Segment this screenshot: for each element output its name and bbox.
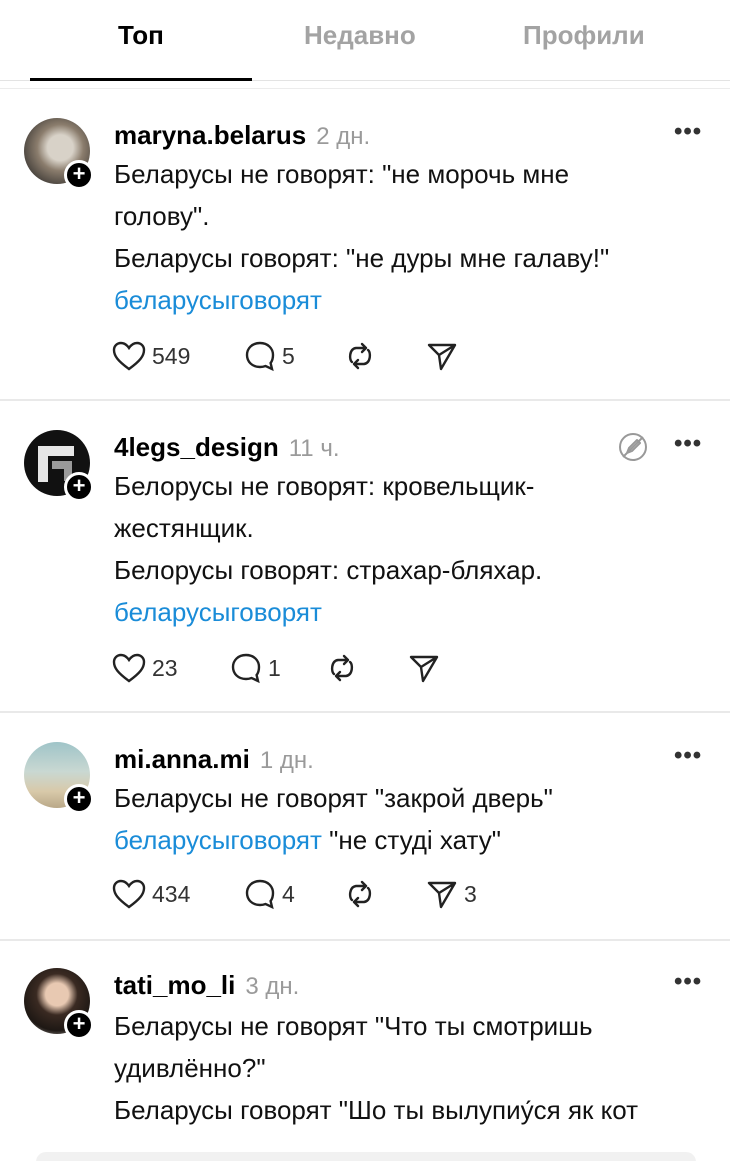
repost-button[interactable] [344, 876, 376, 912]
post-text-line: Белорусы не говорят: кровельщик- [114, 471, 535, 501]
repost-icon [348, 880, 372, 908]
comment-count: 4 [282, 880, 295, 907]
username[interactable]: tati_mo_li [114, 970, 235, 1000]
hashtag-link[interactable]: беларусыговорят [114, 825, 322, 855]
post-divider [0, 711, 730, 713]
send-icon [427, 881, 457, 909]
post-actions: 23 1 [112, 650, 532, 686]
hashtag-link[interactable]: беларусыговорят [114, 284, 322, 316]
send-icon [409, 655, 439, 683]
like-count: 434 [152, 880, 191, 907]
post-text-line: удивлённо?" [114, 1053, 266, 1083]
hashtag-link[interactable]: беларусыговорят [114, 596, 322, 628]
heart-icon [112, 879, 146, 909]
follow-button[interactable]: + [64, 1010, 94, 1040]
more-icon[interactable]: ••• [674, 430, 702, 458]
repost-button[interactable] [344, 338, 376, 374]
more-icon[interactable]: ••• [674, 742, 702, 770]
feed-tabs: Топ Недавно Профили [0, 0, 730, 82]
post: + tati_mo_li 3 дн. ••• Беларусы не говоря… [0, 960, 730, 1160]
comment-icon [245, 341, 275, 372]
share-button[interactable] [426, 338, 458, 374]
plus-icon: + [72, 473, 86, 498]
post-text-line: Беларусы не говорят "Что ты смотришь [114, 1011, 593, 1041]
post-time: 1 дн. [259, 747, 314, 774]
like-button[interactable]: 549 [112, 338, 190, 374]
plus-icon: + [72, 785, 86, 810]
bottom-bar [36, 1152, 696, 1161]
post: + mi.anna.mi 1 дн. ••• Беларусы не говоря… [0, 734, 730, 940]
divider [0, 88, 730, 89]
post: + 4legs_design 11 ч. ••• Белорусы не гово… [0, 422, 730, 712]
share-count: 3 [464, 880, 477, 907]
plus-icon: + [72, 161, 86, 186]
post-text-suffix: "не студі хату" [321, 825, 501, 855]
follow-button[interactable]: + [64, 160, 94, 190]
username[interactable]: maryna.belarus [114, 120, 306, 150]
post-text-line: беларусыговорят "не студі хату" [114, 824, 501, 856]
username[interactable]: 4legs_design [114, 432, 279, 462]
post-divider [0, 399, 730, 401]
heart-icon [112, 341, 146, 371]
like-button[interactable]: 23 [112, 650, 178, 686]
comment-button[interactable]: 1 [230, 650, 281, 686]
post-text-line: Беларусы не говорят "закрой дверь" [114, 783, 553, 813]
post-text-line: Беларусы не говорят: "не морочь мне [114, 159, 570, 189]
more-icon[interactable]: ••• [674, 968, 702, 996]
send-icon [427, 343, 457, 371]
follow-button[interactable]: + [64, 472, 94, 502]
post-text-line: Беларусы говорят: "не дуры мне галаву!" [114, 243, 610, 273]
like-count: 23 [152, 654, 178, 681]
comment-button[interactable]: 5 [244, 338, 295, 374]
like-button[interactable]: 434 [112, 876, 190, 912]
post-text-line: жестянщик. [114, 513, 254, 543]
post-text-line: голову". [114, 201, 210, 231]
active-tab-indicator [30, 78, 252, 81]
share-button[interactable] [408, 650, 440, 686]
repost-button[interactable] [326, 650, 358, 686]
comment-count: 5 [282, 342, 295, 369]
post: + maryna.belarus 2 дн. ••• Беларусы не го… [0, 110, 730, 400]
comment-button[interactable]: 4 [244, 876, 295, 912]
post-actions: 549 5 [112, 338, 532, 374]
repost-icon [330, 654, 354, 682]
post-time: 2 дн. [316, 123, 371, 150]
tab-top[interactable]: Топ [118, 20, 164, 51]
plus-icon: + [72, 1011, 86, 1036]
post-time: 3 дн. [245, 973, 300, 1000]
post-actions: 434 4 3 [112, 876, 532, 912]
follow-button[interactable]: + [64, 784, 94, 814]
post-time: 11 ч. [288, 435, 340, 462]
like-count: 549 [152, 342, 191, 369]
edit-off-icon[interactable] [616, 430, 650, 469]
username[interactable]: mi.anna.mi [114, 744, 250, 774]
post-divider [0, 939, 730, 941]
repost-icon [348, 342, 372, 370]
comment-icon [231, 653, 261, 684]
tab-profiles[interactable]: Профили [523, 20, 645, 51]
heart-icon [112, 653, 146, 683]
comment-count: 1 [268, 654, 281, 681]
share-button[interactable]: 3 [426, 876, 477, 912]
more-icon[interactable]: ••• [674, 118, 702, 146]
post-text-line: Белорусы говорят: страхар-бляхар. [114, 555, 543, 585]
post-text-line: Беларусы говорят "Шо ты вылупиу́ся як ко… [114, 1095, 639, 1125]
tab-recent[interactable]: Недавно [304, 20, 416, 51]
comment-icon [245, 879, 275, 910]
